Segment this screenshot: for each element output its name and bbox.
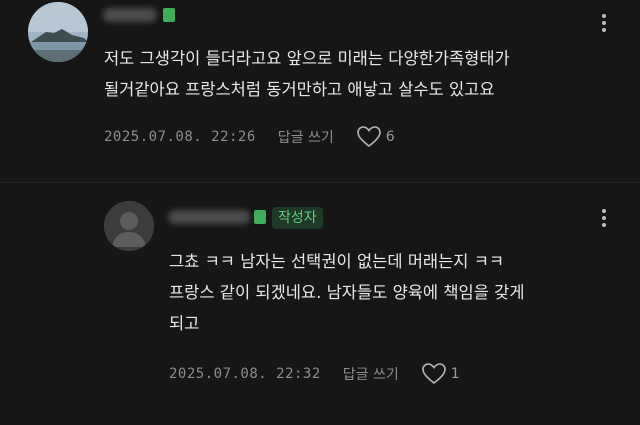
- comment-text: 그쵸 ㅋㅋ 남자는 선택권이 없는데 머래는지 ㅋㅋ 프랑스 같이 되겠네요. …: [169, 252, 525, 333]
- heart-icon: [421, 363, 446, 385]
- comment-meta: 2025.07.08. 22:26 답글 쓰기 6: [104, 125, 395, 149]
- reply-button[interactable]: 답글 쓰기: [343, 364, 399, 384]
- verified-icon: [163, 8, 175, 22]
- like-button[interactable]: 1: [421, 362, 460, 386]
- like-button[interactable]: 6: [356, 125, 395, 149]
- avatar[interactable]: [28, 2, 88, 62]
- like-count: 6: [385, 129, 395, 145]
- comment: 저도 그생각이 들더라고요 앞으로 미래는 다양한가족형태가 될거같아요 프랑스…: [0, 0, 640, 178]
- more-options-icon[interactable]: [602, 14, 606, 35]
- comment-text: 저도 그생각이 들더라고요 앞으로 미래는 다양한가족형태가 될거같아요 프랑스…: [104, 49, 510, 99]
- like-count: 1: [450, 366, 460, 382]
- heart-icon: [356, 126, 381, 148]
- reply-button[interactable]: 답글 쓰기: [278, 127, 334, 147]
- comment-meta: 2025.07.08. 22:32 답글 쓰기 1: [169, 362, 460, 386]
- verified-icon: [254, 210, 266, 224]
- default-avatar-icon: [104, 201, 154, 251]
- divider: [0, 182, 640, 183]
- comment-date: 2025.07.08. 22:32: [169, 366, 321, 382]
- author-name-blurred: [168, 210, 250, 224]
- comment-date: 2025.07.08. 22:26: [104, 129, 256, 145]
- more-options-icon[interactable]: [602, 209, 606, 230]
- author-badge: 작성자: [272, 207, 323, 229]
- avatar[interactable]: [104, 201, 154, 251]
- author-name-blurred: [103, 8, 157, 22]
- avatar-landscape-image: [28, 2, 88, 62]
